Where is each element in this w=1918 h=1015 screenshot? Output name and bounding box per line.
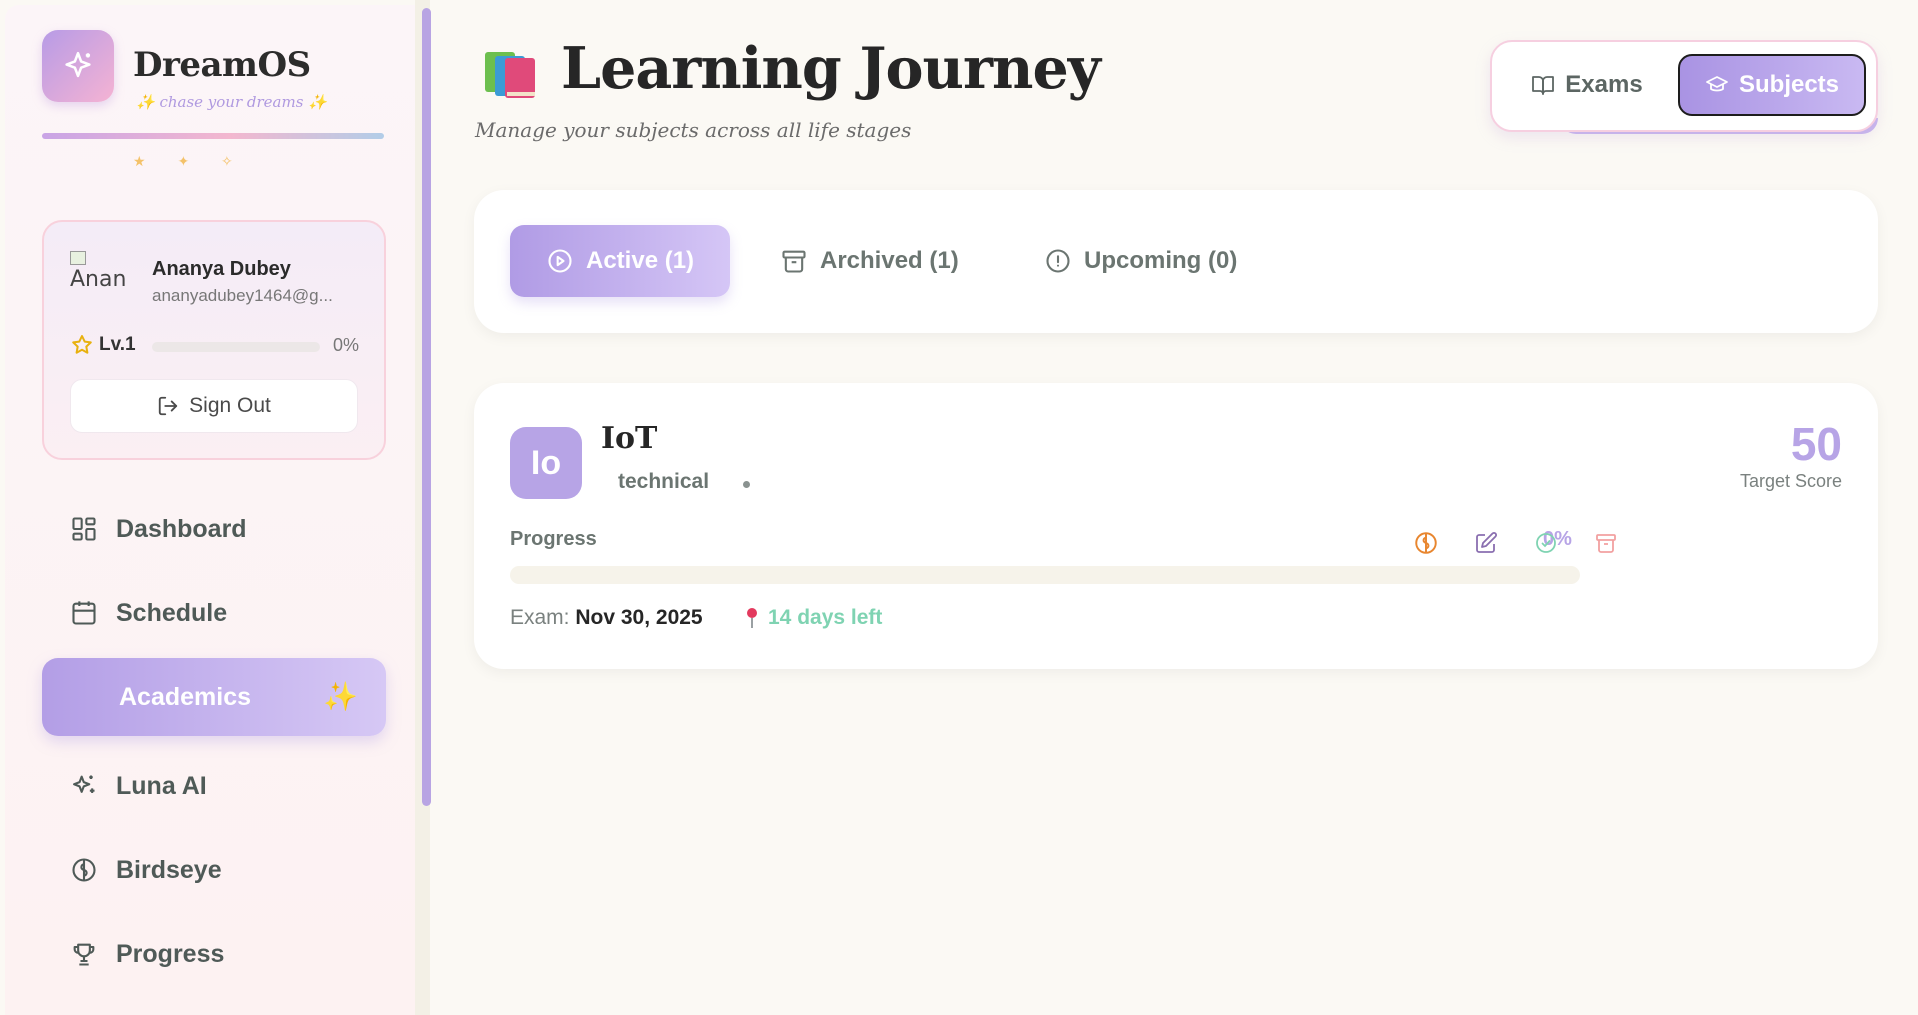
subject-card[interactable]: Io IoT technical 50 Target Score Progres… — [474, 383, 1878, 669]
view-toggle: Exams Subjects — [1490, 40, 1878, 132]
log-out-icon — [158, 396, 178, 416]
archive-button[interactable] — [1592, 529, 1620, 557]
tab-upcoming-label: Upcoming (0) — [1084, 247, 1238, 274]
avatar: Anan — [70, 251, 134, 295]
sidebar: DreamOS ✨ chase your dreams ✨ ★ ✦ ✧ Anan… — [5, 5, 419, 1015]
user-name: Ananya Dubey — [152, 258, 291, 280]
books-icon — [485, 52, 535, 98]
brand-divider — [42, 133, 384, 139]
target-score: 50 — [1790, 418, 1842, 470]
nav-label: Schedule — [116, 598, 228, 627]
broken-image-icon — [70, 251, 86, 265]
level-progress-bar — [152, 342, 320, 352]
exams-toggle-button[interactable]: Exams — [1512, 54, 1662, 116]
subjects-toggle-button[interactable]: Subjects — [1678, 54, 1866, 116]
sidebar-scrollbar-thumb[interactable] — [422, 8, 431, 806]
subject-initials: Io — [510, 427, 582, 499]
tab-upcoming[interactable]: Upcoming (0) — [1044, 225, 1237, 297]
nav-item-academics[interactable]: Academics ✨ — [42, 658, 386, 736]
nav-item-progress[interactable]: Progress — [42, 915, 386, 993]
complete-button[interactable] — [1532, 529, 1560, 557]
sparkles-icon — [73, 775, 95, 793]
subject-category: technical — [618, 470, 710, 493]
brain-icon — [1415, 532, 1437, 554]
level-label: Lv.1 — [99, 334, 136, 355]
star-icon — [72, 335, 92, 354]
sparkle-logo-icon — [65, 51, 91, 78]
brand-tagline: ✨ chase your dreams ✨ — [136, 93, 327, 111]
subject-name: IoT — [601, 421, 658, 456]
nav-item-birdseye[interactable]: Birdseye — [42, 831, 386, 909]
archive-icon — [1596, 534, 1616, 553]
nav-label: Luna AI — [116, 771, 207, 800]
sparkle-decoration: ★ ✦ ✧ — [133, 153, 247, 169]
progress-label: Progress — [510, 528, 597, 550]
nav-item-dashboard[interactable]: Dashboard — [42, 490, 386, 568]
play-circle-icon — [548, 249, 572, 273]
brand-name: DreamOS — [133, 45, 311, 85]
separator-dot — [743, 481, 750, 488]
graduation-cap-icon — [1706, 76, 1728, 92]
sign-out-button[interactable]: Sign Out — [70, 379, 358, 433]
trophy-icon — [73, 943, 95, 966]
nav-label: Dashboard — [116, 514, 247, 543]
nav-label: Progress — [116, 939, 225, 968]
sparkles-icon: ✨ — [323, 681, 358, 712]
user-email: ananyadubey1464@g... — [152, 286, 333, 305]
target-score-label: Target Score — [1739, 471, 1842, 491]
tab-archived-label: Archived (1) — [820, 247, 959, 274]
sign-out-label: Sign Out — [189, 394, 271, 417]
alert-circle-icon — [1046, 249, 1070, 273]
edit-icon — [1476, 532, 1497, 553]
nav-label: Academics — [119, 682, 252, 711]
check-circle-icon — [1536, 533, 1556, 553]
birdseye-button[interactable] — [1412, 529, 1440, 557]
edit-button[interactable] — [1472, 529, 1500, 557]
tab-active-label: Active (1) — [586, 247, 695, 274]
progress-bar — [510, 566, 1580, 584]
nav-label: Birdseye — [116, 855, 222, 884]
page-subtitle: Manage your subjects across all life sta… — [475, 118, 912, 142]
layout-grid-icon — [72, 517, 96, 541]
exam-prefix: Exam: — [510, 606, 570, 629]
archive-icon — [782, 250, 806, 273]
nav-item-schedule[interactable]: Schedule — [42, 574, 386, 652]
book-open-icon — [1532, 76, 1555, 95]
level-percent: 0% — [333, 335, 360, 355]
days-left: 14 days left — [744, 606, 882, 630]
nav-item-luna-ai[interactable]: Luna AI — [42, 747, 386, 825]
tab-active[interactable]: Active (1) — [510, 225, 731, 297]
calendar-icon — [72, 601, 96, 625]
subjects-label: Subjects — [1738, 71, 1840, 98]
exams-label: Exams — [1565, 71, 1643, 98]
tab-archived[interactable]: Archived (1) — [780, 225, 959, 297]
status-filter-panel: Active (1) Archived (1) Upcoming (0) — [474, 190, 1878, 333]
user-card: Anan Ananya Dubey ananyadubey1464@g... L… — [42, 220, 386, 460]
avatar-alt-text: Anan — [70, 267, 127, 292]
exam-date-line: Exam: Nov 30, 2025 — [510, 606, 703, 630]
page-title: Learning Journey — [561, 35, 1101, 102]
exam-date: Nov 30, 2025 — [575, 606, 703, 629]
logo-icon[interactable] — [42, 30, 114, 102]
days-left-label: 14 days left — [768, 606, 883, 629]
pushpin-icon — [747, 608, 757, 628]
brain-icon — [72, 858, 96, 882]
